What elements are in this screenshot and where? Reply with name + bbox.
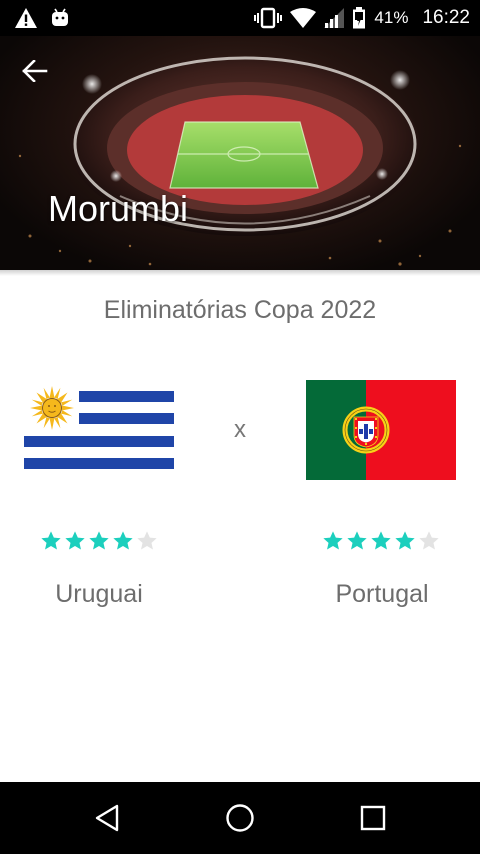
- nav-home-button[interactable]: [204, 782, 276, 854]
- warning-icon: [15, 8, 37, 28]
- header-shadow: [0, 270, 480, 276]
- vibrate-icon: [254, 7, 283, 29]
- android-icon: [52, 8, 68, 26]
- home-team-name: Uruguai: [55, 580, 143, 608]
- portugal-flag: [306, 380, 456, 480]
- nav-home-icon: [226, 804, 254, 832]
- stadium-image: [18, 56, 462, 266]
- uruguay-flag: [24, 380, 174, 480]
- star-filled-icon: [113, 531, 133, 550]
- status-time: 16:22: [422, 7, 470, 28]
- status-bar: 41% 16:22: [0, 0, 480, 36]
- star-filled-icon: [323, 531, 343, 550]
- star-filled-icon: [371, 531, 391, 550]
- star-empty-icon: [419, 531, 439, 550]
- star-filled-icon: [41, 531, 61, 550]
- nav-recent-button[interactable]: [337, 782, 409, 854]
- versus-separator: x: [234, 416, 246, 443]
- wifi-icon: [290, 8, 317, 28]
- competition-title: Eliminatórias Copa 2022: [103, 296, 377, 324]
- home-rating: [40, 530, 158, 552]
- battery-icon: [353, 7, 366, 29]
- star-empty-icon: [137, 531, 157, 550]
- star-filled-icon: [347, 531, 367, 550]
- star-filled-icon: [395, 531, 415, 550]
- star-filled-icon: [89, 531, 109, 550]
- away-rating: [322, 530, 440, 552]
- nav-recent-icon: [360, 805, 386, 831]
- venue-title: Morumbi: [48, 188, 189, 229]
- arrow-back-icon: [22, 60, 48, 82]
- star-filled-icon: [65, 531, 85, 550]
- battery-percentage: 41%: [374, 8, 409, 27]
- navigation-bar: [0, 782, 480, 854]
- nav-back-icon: [95, 804, 119, 832]
- venue-header: Morumbi: [0, 36, 480, 270]
- nav-back-button[interactable]: [71, 782, 143, 854]
- back-button[interactable]: [22, 60, 62, 100]
- signal-icon: [324, 8, 345, 28]
- away-team-name: Portugal: [335, 580, 429, 608]
